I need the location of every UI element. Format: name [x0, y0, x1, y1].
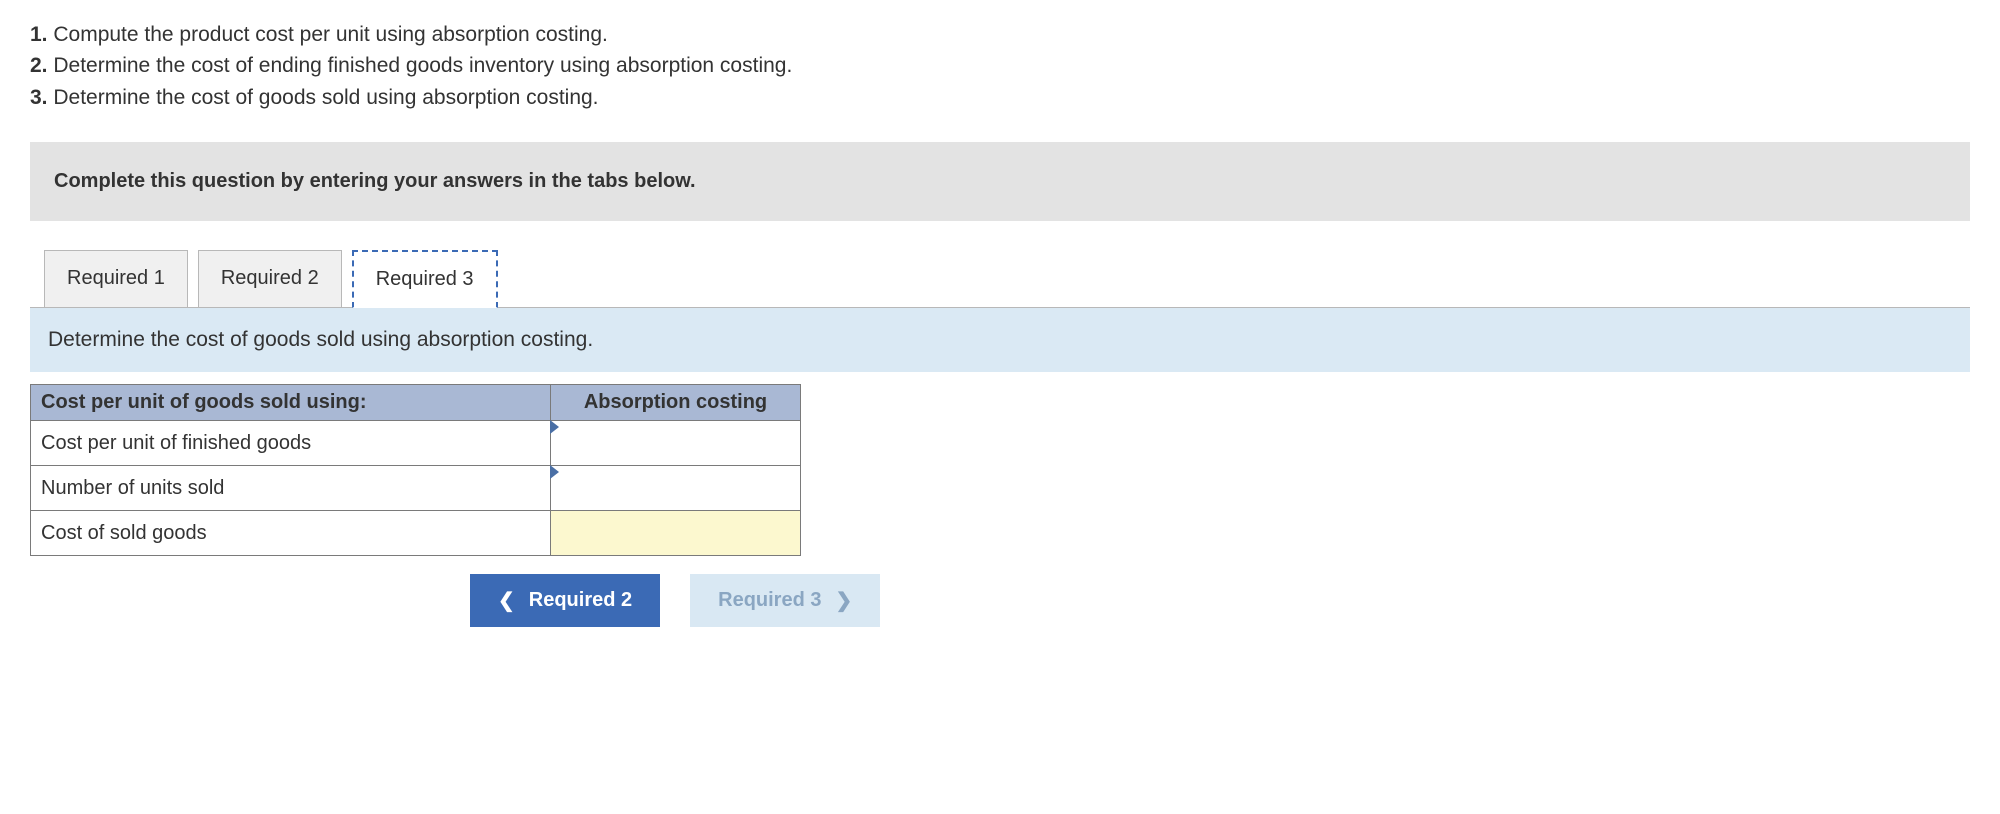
table-row: Cost of sold goods	[31, 511, 801, 556]
question-number: 3.	[30, 86, 48, 109]
tab-required-1[interactable]: Required 1	[44, 250, 188, 308]
table-header-right: Absorption costing	[551, 385, 801, 421]
tab-required-3[interactable]: Required 3	[352, 250, 498, 308]
chevron-right-icon: ❯	[835, 588, 852, 613]
tab-required-2[interactable]: Required 2	[198, 250, 342, 308]
question-text: Compute the product cost per unit using …	[53, 23, 608, 46]
question-number: 1.	[30, 23, 48, 46]
nav-buttons: ❮ Required 2 Required 3 ❯	[470, 574, 1970, 627]
table-row: Number of units sold	[31, 466, 801, 511]
tab-label: Required 1	[67, 267, 165, 289]
next-button[interactable]: Required 3 ❯	[690, 574, 880, 627]
instruction-text: Complete this question by entering your …	[54, 170, 696, 192]
answer-table: Cost per unit of goods sold using: Absor…	[30, 384, 801, 556]
next-label: Required 3	[718, 589, 821, 612]
table-header-left: Cost per unit of goods sold using:	[31, 385, 551, 421]
question-item: 3. Determine the cost of goods sold usin…	[30, 83, 1970, 112]
question-item: 2. Determine the cost of ending finished…	[30, 51, 1970, 80]
input-cell-cost-sold-goods[interactable]	[551, 511, 801, 556]
chevron-left-icon: ❮	[498, 588, 515, 613]
tab-prompt: Determine the cost of goods sold using a…	[48, 328, 593, 351]
tabs-container: Required 1 Required 2 Required 3	[30, 249, 1970, 307]
input-cell-cost-per-unit[interactable]	[551, 421, 801, 466]
row-label: Number of units sold	[31, 466, 551, 511]
prev-button[interactable]: ❮ Required 2	[470, 574, 660, 627]
input-cell-units-sold[interactable]	[551, 466, 801, 511]
question-text: Determine the cost of ending finished go…	[53, 54, 792, 77]
question-text: Determine the cost of goods sold using a…	[53, 86, 598, 109]
table-row: Cost per unit of finished goods	[31, 421, 801, 466]
row-label: Cost per unit of finished goods	[31, 421, 551, 466]
units-sold-input[interactable]	[561, 472, 790, 504]
row-label: Cost of sold goods	[31, 511, 551, 556]
cost-sold-goods-input[interactable]	[561, 517, 790, 549]
tab-content-header: Determine the cost of goods sold using a…	[30, 307, 1970, 372]
tab-label: Required 2	[221, 267, 319, 289]
prev-label: Required 2	[529, 589, 632, 612]
tab-label: Required 3	[376, 268, 474, 290]
instruction-bar: Complete this question by entering your …	[30, 142, 1970, 221]
cost-per-unit-input[interactable]	[561, 427, 790, 459]
question-item: 1. Compute the product cost per unit usi…	[30, 20, 1970, 49]
question-list: 1. Compute the product cost per unit usi…	[30, 20, 1970, 112]
question-number: 2.	[30, 54, 48, 77]
